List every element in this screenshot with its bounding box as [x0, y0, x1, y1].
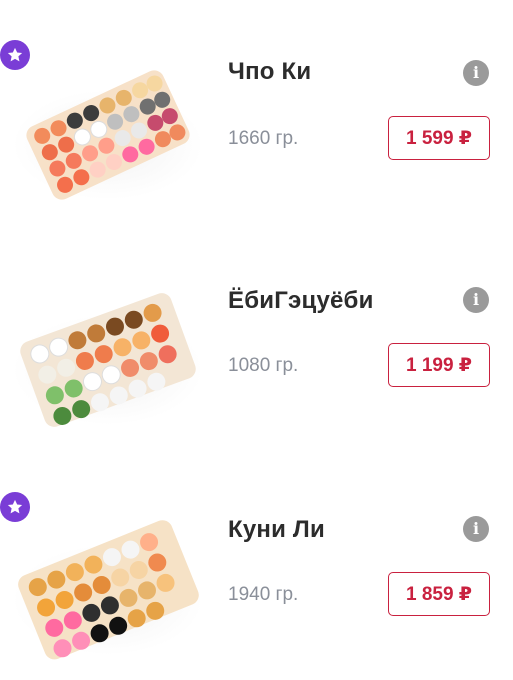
info-icon[interactable]: i [463, 60, 489, 86]
info-icon[interactable]: i [463, 287, 489, 313]
product-weight: 1660 гр. [228, 128, 299, 149]
product-image[interactable] [8, 275, 208, 435]
price-button[interactable]: 1 199 ₽ [388, 343, 490, 387]
product-weight: 1080 гр. [228, 355, 299, 376]
product-card[interactable]: Чпо Ки i 1660 гр. 1 599 ₽ [0, 30, 513, 230]
product-image[interactable] [8, 505, 208, 665]
star-icon [0, 492, 30, 522]
info-icon[interactable]: i [463, 516, 489, 542]
product-card[interactable]: Куни Ли i 1940 гр. 1 859 ₽ [0, 480, 513, 680]
product-image[interactable] [8, 50, 208, 210]
product-title[interactable]: ЁбиГэцуёби [228, 287, 374, 315]
product-title[interactable]: Куни Ли [228, 516, 325, 544]
product-weight: 1940 гр. [228, 584, 299, 605]
price-button[interactable]: 1 859 ₽ [388, 572, 490, 616]
product-card[interactable]: ЁбиГэцуёби i 1080 гр. 1 199 ₽ [0, 255, 513, 455]
price-button[interactable]: 1 599 ₽ [388, 116, 490, 160]
star-icon [0, 40, 30, 70]
product-title[interactable]: Чпо Ки [228, 58, 311, 86]
